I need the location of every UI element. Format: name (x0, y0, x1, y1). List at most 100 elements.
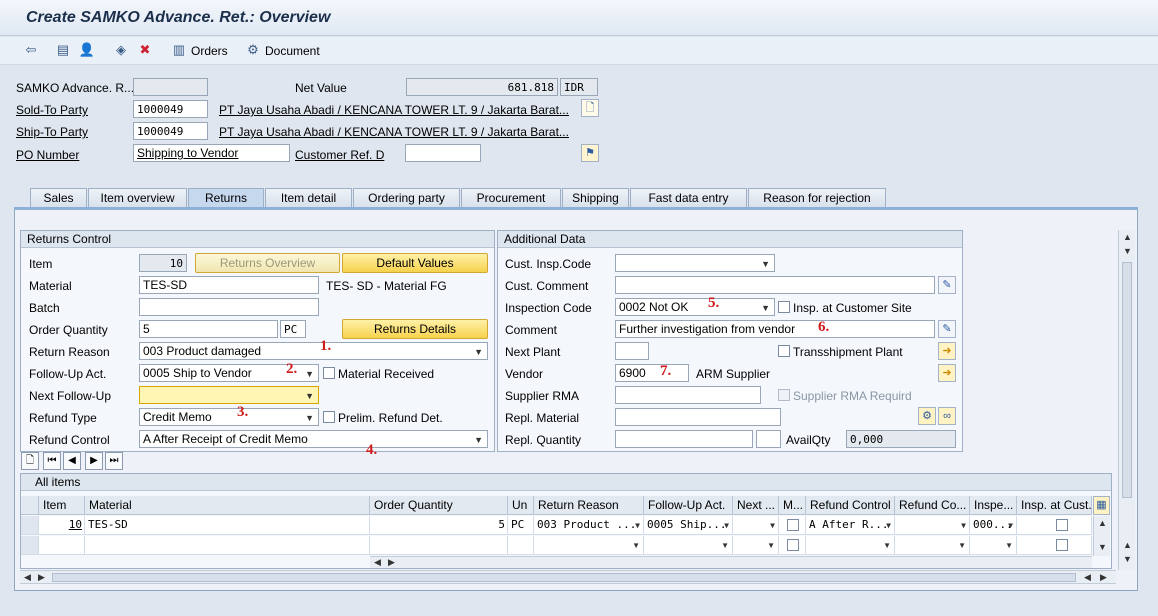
tab-reason-for-rejection[interactable]: Reason for rejection (748, 188, 886, 208)
sold-to-label[interactable]: Sold-To Party (16, 103, 88, 117)
comment-field[interactable]: Further investigation from vendor (615, 320, 935, 338)
table-row-refund-control[interactable] (806, 536, 895, 555)
col-order-quantity[interactable]: Order Quantity (370, 496, 508, 515)
ship-to-field[interactable]: 1000049 (133, 122, 208, 140)
back-icon[interactable]: ⇦ (22, 42, 40, 58)
repl-quantity-field[interactable] (615, 430, 753, 448)
display-icon[interactable]: ▤ (54, 42, 72, 58)
first-item-icon[interactable]: ⏮ (43, 452, 61, 470)
edit-comment-icon[interactable]: ✎ (938, 276, 956, 294)
scroll-right-icon[interactable]: ▶ (388, 557, 395, 568)
tab-sales[interactable]: Sales (30, 188, 87, 208)
table-row-order-qty[interactable]: 5 (370, 516, 508, 535)
col-refund-control[interactable]: Refund Control (806, 496, 895, 515)
table-row-order-qty[interactable] (370, 536, 508, 555)
table-row-material[interactable]: TES-SD (85, 516, 370, 535)
cust-insp-code-select[interactable] (615, 254, 775, 272)
table-vertical-scrollbar[interactable]: ▲ ▼ (1093, 516, 1110, 556)
forward-arrow-icon[interactable]: ➜ (938, 342, 956, 360)
table-row-next[interactable] (733, 536, 779, 555)
col-return-reason[interactable]: Return Reason (534, 496, 644, 515)
orders-icon[interactable]: ▥ (170, 42, 188, 58)
table-horizontal-scrollbar[interactable]: ◀ ▶ (370, 556, 1092, 568)
partner-details-icon[interactable]: ⚑ (581, 144, 599, 162)
tab-item-overview[interactable]: Item overview (88, 188, 187, 208)
insp-customer-site-checkbox[interactable] (778, 301, 790, 313)
panel-horizontal-scrollbar[interactable]: ◀ ▶ ◀ ▶ (20, 570, 1116, 584)
table-row-next[interactable] (733, 516, 779, 535)
tab-item-detail[interactable]: Item detail (265, 188, 352, 208)
col-refund-co[interactable]: Refund Co... (895, 496, 970, 515)
col-insp-cust-site[interactable]: Insp. at Cust... (1017, 496, 1092, 515)
table-row-unit[interactable]: PC (508, 516, 534, 535)
tab-shipping[interactable]: Shipping (562, 188, 629, 208)
tab-ordering-party[interactable]: Ordering party (353, 188, 460, 208)
table-row-follow-up[interactable]: 0005 Ship... (644, 516, 733, 535)
order-unit-field[interactable]: PC (280, 320, 306, 338)
person-icon[interactable]: 👤 (78, 42, 96, 58)
row-selector[interactable] (21, 516, 39, 535)
table-row-item[interactable] (39, 536, 85, 555)
new-item-icon[interactable]: 🗋 (21, 452, 39, 470)
refund-type-select[interactable]: Credit Memo (139, 408, 319, 426)
binoculars-icon[interactable]: ∞ (938, 407, 956, 425)
delete-icon[interactable]: ✖ (136, 42, 154, 58)
table-row-refund-co[interactable] (895, 536, 970, 555)
row-material-received-checkbox[interactable] (787, 539, 799, 551)
customer-ref-label[interactable]: Customer Ref. D (295, 148, 384, 162)
next-plant-field[interactable] (615, 342, 649, 360)
cust-comment-field[interactable] (615, 276, 935, 294)
last-item-icon[interactable]: ⏭ (105, 452, 123, 470)
col-inspection[interactable]: Inspe... (970, 496, 1017, 515)
overview-icon[interactable]: ◈ (112, 42, 130, 58)
tab-procurement[interactable]: Procurement (461, 188, 561, 208)
orders-button[interactable]: Orders (191, 44, 228, 58)
scroll-up-icon[interactable]: ▲ (1098, 518, 1107, 528)
table-row-refund-control[interactable]: A After R... (806, 516, 895, 535)
col-material[interactable]: Material (85, 496, 370, 515)
table-row-inspection[interactable]: 000... (970, 516, 1017, 535)
col-next[interactable]: Next ... (733, 496, 779, 515)
document-button[interactable]: Document (265, 44, 320, 58)
edit-vendor-comment-icon[interactable]: ✎ (938, 320, 956, 338)
batch-field[interactable] (139, 298, 319, 316)
inspection-code-select[interactable]: 0002 Not OK (615, 298, 775, 316)
repl-unit-field[interactable] (756, 430, 781, 448)
row-insp-cust-site-checkbox[interactable] (1056, 519, 1068, 531)
panel-scroll-left-icon[interactable]: ◀ (24, 572, 31, 583)
return-reason-select[interactable]: 003 Product damaged (139, 342, 488, 360)
panel-scroll-thumb[interactable] (1122, 262, 1132, 498)
table-row-inspection[interactable] (970, 536, 1017, 555)
panel-scroll-up-bottom-icon[interactable]: ▲ (1123, 540, 1132, 550)
returns-overview-button[interactable]: Returns Overview (195, 253, 340, 273)
panel-scroll-down-icon[interactable]: ▼ (1123, 554, 1132, 564)
table-row-refund-co[interactable] (895, 516, 970, 535)
row-insp-cust-site-checkbox[interactable] (1056, 539, 1068, 551)
table-row-return-reason[interactable] (534, 536, 644, 555)
tab-fast-data-entry[interactable]: Fast data entry (630, 188, 747, 208)
default-values-button[interactable]: Default Values (342, 253, 488, 273)
col-material-received[interactable]: M... (779, 496, 806, 515)
table-row-material-received[interactable] (779, 516, 806, 535)
table-row-follow-up[interactable] (644, 536, 733, 555)
panel-vertical-scrollbar[interactable]: ▲ ▼ ▲ ▼ (1118, 230, 1135, 570)
po-number-field[interactable]: Shipping to Vendor (133, 144, 290, 162)
row-selector[interactable] (21, 536, 39, 555)
col-item[interactable]: Item (39, 496, 85, 515)
table-row-insp-cust-site[interactable] (1017, 536, 1092, 555)
table-row-return-reason[interactable]: 003 Product ... (534, 516, 644, 535)
previous-item-icon[interactable]: ◀ (63, 452, 81, 470)
po-number-label[interactable]: PO Number (16, 148, 79, 162)
scroll-down-icon[interactable]: ▼ (1098, 542, 1107, 552)
panel-hscroll-thumb[interactable] (52, 573, 1076, 582)
material-received-checkbox[interactable] (323, 367, 335, 379)
row-material-received-checkbox[interactable] (787, 519, 799, 531)
table-settings-icon[interactable]: ▦ (1093, 496, 1110, 515)
panel-scroll-left-end-icon[interactable]: ◀ (1084, 572, 1091, 583)
col-unit[interactable]: Un (508, 496, 534, 515)
tab-returns[interactable]: Returns (188, 188, 264, 208)
scroll-left-icon[interactable]: ◀ (374, 557, 381, 568)
document-icon[interactable]: ⚙ (244, 42, 262, 58)
doc-number-field[interactable] (133, 78, 208, 96)
next-follow-up-select[interactable] (139, 386, 319, 404)
